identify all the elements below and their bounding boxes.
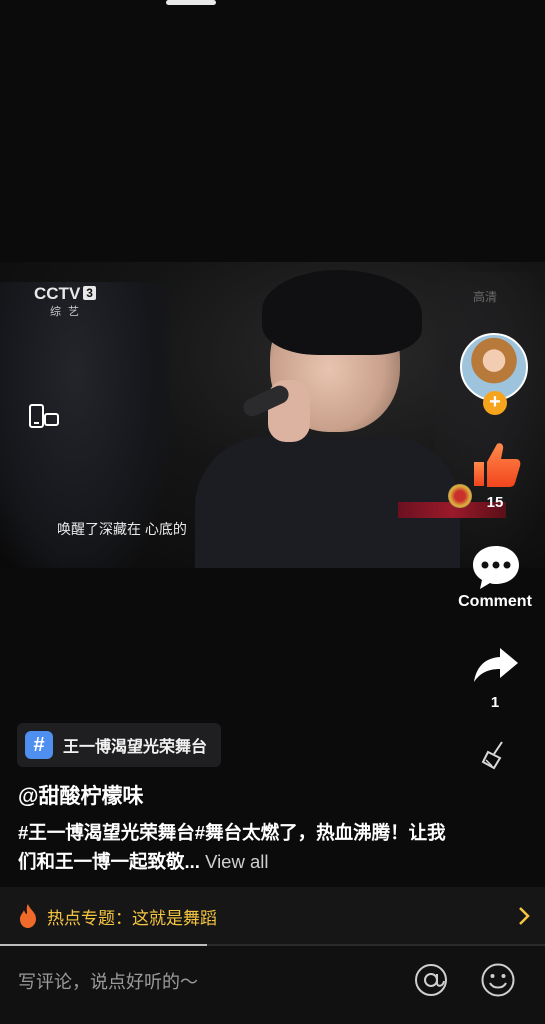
emoji-icon[interactable] (480, 962, 516, 998)
comment-label[interactable]: Comment (448, 593, 542, 611)
video-player[interactable]: CCTV 3 综 艺 高清 唤醒了深藏在 心底的 (0, 262, 545, 568)
share-arrow-icon[interactable] (472, 646, 520, 684)
thumbs-up-icon[interactable] (470, 440, 522, 490)
comment-bar: 写评论，说点好听的～ (0, 946, 545, 1024)
channel-logo: CCTV 3 (34, 284, 96, 304)
fire-icon (20, 904, 36, 928)
home-indicator (166, 0, 216, 5)
comment-input[interactable]: 写评论，说点好听的～ (18, 968, 198, 994)
view-all-link[interactable]: View all (205, 851, 268, 872)
follow-plus-icon[interactable]: + (483, 391, 507, 415)
broom-icon[interactable] (480, 740, 508, 770)
channel-logo-text: CCTV (34, 284, 81, 303)
channel-number: 3 (83, 286, 96, 300)
hot-topic-bar[interactable]: 热点专题：这就是舞蹈 (0, 887, 545, 945)
hashtag-icon: # (25, 731, 53, 759)
singer-hair (262, 270, 422, 355)
chevron-right-icon (519, 907, 530, 925)
topic-label: 王一博渴望光荣舞台 (63, 739, 208, 756)
video-subtitle: 唤醒了深藏在 心底的 (57, 521, 187, 537)
topic-chip[interactable]: # 王一博渴望光荣舞台 (17, 723, 222, 767)
mention-at-icon[interactable] (413, 962, 449, 998)
hd-watermark: 高清 (473, 290, 498, 304)
share-count: 1 (490, 694, 500, 711)
channel-subtitle: 综 艺 (50, 306, 82, 318)
rotate-screen-icon[interactable] (28, 404, 60, 430)
author-name[interactable]: @甜酸柠檬味 (18, 780, 143, 810)
comment-bubble-icon[interactable] (471, 543, 521, 591)
hot-topic-text: 热点专题：这就是舞蹈 (47, 908, 217, 928)
like-count: 15 (486, 494, 504, 511)
video-caption: #王一博渴望光荣舞台#舞台太燃了，热血沸腾！让我们和王一博一起致敬... Vie… (18, 818, 448, 876)
